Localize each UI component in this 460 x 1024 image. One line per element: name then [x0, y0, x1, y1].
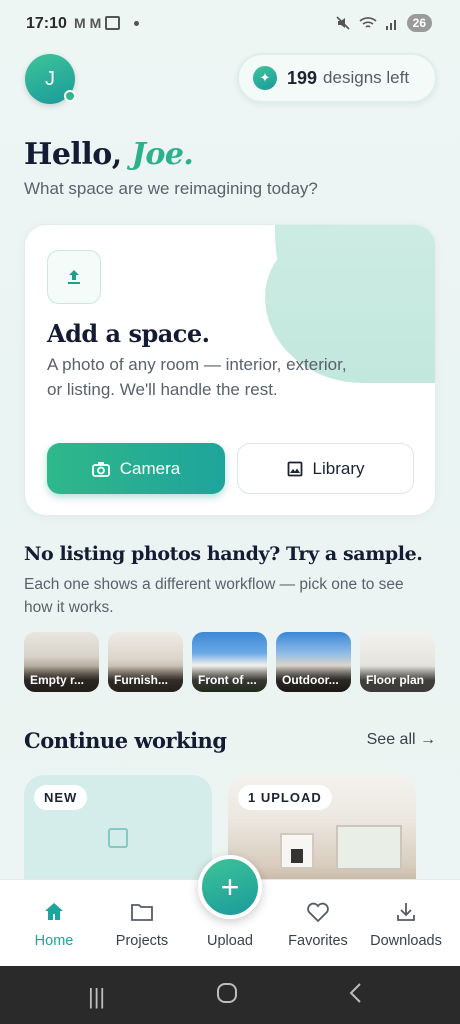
home-system-icon[interactable] — [216, 982, 238, 1010]
gmail-icon: M — [74, 15, 86, 31]
nav-label: Projects — [115, 933, 169, 949]
camera-button[interactable]: Camera — [47, 443, 225, 494]
designs-label: designs left — [323, 68, 410, 87]
sample-empty-room[interactable]: Empty r... — [24, 632, 99, 692]
download-icon — [395, 900, 417, 924]
sparkle-icon: ✦ — [253, 66, 277, 90]
system-nav-bar: ||| — [0, 966, 460, 1024]
nav-label: Home — [34, 933, 74, 949]
nav-projects[interactable]: Projects — [96, 880, 188, 967]
home-icon — [43, 900, 65, 924]
add-space-card: Add a space. A photo of any room — inter… — [24, 224, 436, 516]
heart-icon — [306, 900, 330, 924]
add-space-description: A photo of any room — interior, exterior… — [47, 355, 347, 399]
status-bar: 17:10 M M 26 — [0, 0, 460, 50]
see-all-link[interactable]: See all → — [367, 731, 436, 749]
image-placeholder-icon — [108, 828, 128, 848]
folder-icon — [130, 900, 154, 924]
sample-furnished[interactable]: Furnish... — [108, 632, 183, 692]
sample-outdoor[interactable]: Outdoor... — [276, 632, 351, 692]
sample-label: Outdoor... — [276, 666, 351, 692]
greeting-name: Joe. — [131, 137, 194, 172]
nav-home[interactable]: Home — [8, 880, 100, 967]
more-notifications-icon — [134, 20, 140, 26]
recent-apps-icon[interactable]: ||| — [88, 984, 105, 1010]
designs-left-pill[interactable]: ✦ 199 designs left — [237, 53, 437, 103]
samples-title: No listing photos handy? Try a sample. — [24, 543, 423, 565]
continue-working-title: Continue working — [24, 728, 227, 753]
notification-icons: M M — [74, 15, 140, 31]
status-right: 26 — [335, 14, 432, 32]
gmail-icon: M — [89, 15, 102, 31]
room-thumbnail-window — [336, 825, 402, 870]
status-time: 17:10 — [26, 15, 67, 32]
project-badge: NEW — [34, 785, 88, 810]
greeting-subtitle: What space are we reimagining today? — [24, 179, 318, 198]
library-button-label: Library — [312, 458, 365, 478]
sample-label: Empty r... — [24, 666, 99, 692]
room-thumbnail — [280, 833, 314, 869]
upload-icon — [68, 270, 80, 284]
image-icon — [287, 461, 302, 476]
upload-fab-button[interactable]: + — [198, 855, 262, 919]
back-icon[interactable] — [348, 982, 364, 1010]
nav-downloads[interactable]: Downloads — [360, 880, 452, 967]
sample-label: Furnish... — [108, 666, 183, 692]
sample-floor-plan[interactable]: Floor plan — [360, 632, 435, 692]
battery-icon: 26 — [406, 14, 432, 32]
mute-icon — [336, 16, 350, 30]
nav-favorites[interactable]: Favorites — [272, 880, 364, 967]
nav-label: Upload — [207, 933, 253, 949]
nav-label: Favorites — [288, 933, 348, 949]
project-badge: 1 UPLOAD — [238, 785, 332, 810]
signal-icon — [385, 19, 396, 30]
camera-icon — [91, 461, 110, 477]
nav-label: Downloads — [370, 933, 442, 949]
avatar[interactable]: J — [25, 54, 76, 104]
instagram-icon — [105, 16, 121, 30]
add-space-title: Add a space. — [47, 319, 210, 348]
plus-icon: + — [220, 868, 240, 905]
online-status-dot — [64, 90, 76, 102]
greeting-title: Hello, Joe. — [24, 137, 194, 172]
sample-front-of-house[interactable]: Front of ... — [192, 632, 267, 692]
wifi-icon — [359, 17, 377, 28]
sample-label: Front of ... — [192, 666, 267, 692]
designs-count: 199 — [287, 67, 318, 88]
library-button[interactable]: Library — [237, 443, 414, 494]
camera-button-label: Camera — [119, 458, 181, 478]
samples-row: Empty r... Furnish... Front of ... Outdo… — [24, 632, 435, 692]
upload-icon-box[interactable] — [47, 250, 101, 304]
samples-description: Each one shows a different workflow — pi… — [24, 576, 404, 616]
greeting-hello: Hello, — [24, 137, 122, 172]
avatar-initial: J — [45, 67, 55, 90]
sample-label: Floor plan — [360, 666, 435, 692]
